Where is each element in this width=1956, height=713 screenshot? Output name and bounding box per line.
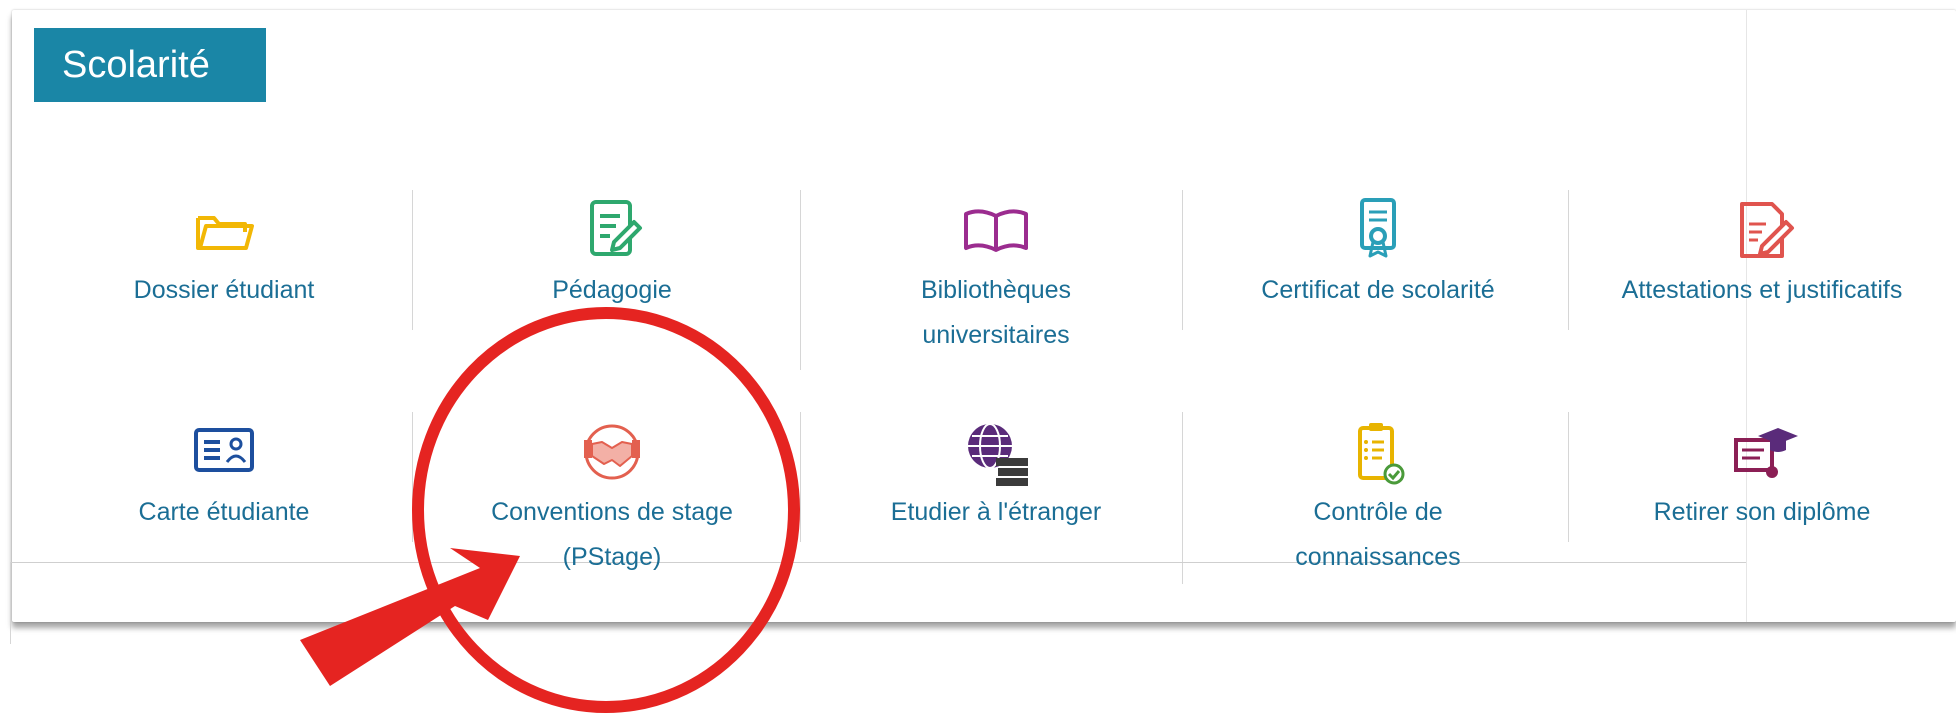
annotation-overlay (300, 307, 800, 713)
highlight-circle (412, 307, 800, 713)
